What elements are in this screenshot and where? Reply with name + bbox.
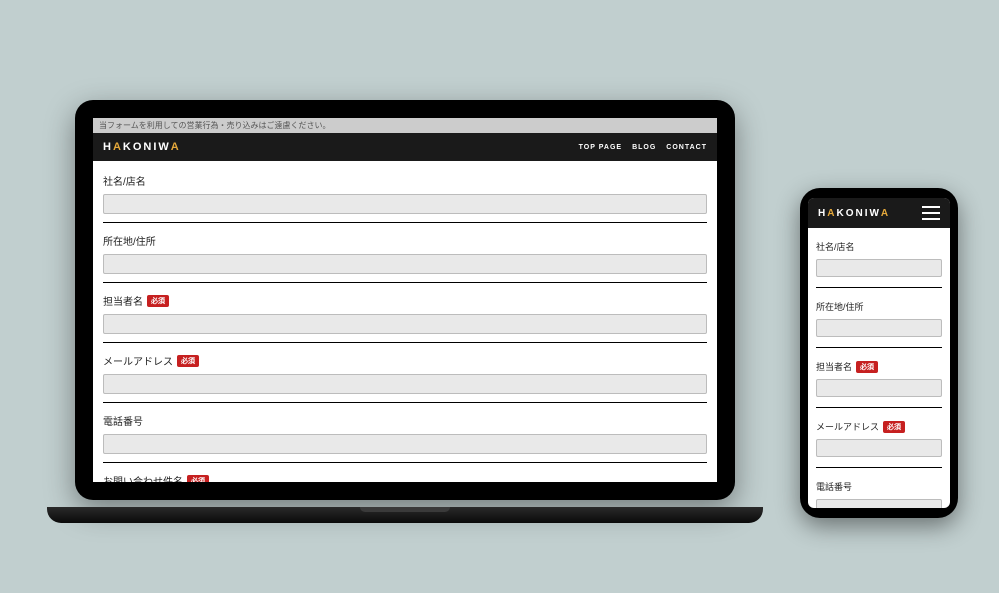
- label-text: 電話番号: [816, 480, 852, 493]
- input-email[interactable]: [816, 439, 942, 457]
- required-badge: 必須: [147, 295, 169, 307]
- input-company[interactable]: [816, 259, 942, 277]
- input-email[interactable]: [103, 374, 707, 394]
- label-text: メールアドレス: [816, 420, 879, 433]
- input-person[interactable]: [816, 379, 942, 397]
- field-person: 担当者名 必須: [103, 293, 707, 343]
- label-text: 社名/店名: [816, 240, 855, 253]
- required-badge: 必須: [883, 421, 905, 433]
- nav-blog[interactable]: BLOG: [632, 144, 656, 151]
- brand-accent: A: [827, 208, 836, 219]
- field-phone: 電話番号: [816, 480, 942, 508]
- laptop-frame: 当フォームを利用しての営業行為・売り込みはご遠慮ください。 HAKONIWA T…: [75, 100, 735, 500]
- input-phone[interactable]: [816, 499, 942, 508]
- field-address: 所在地/住所: [816, 300, 942, 348]
- brand-part: H: [103, 141, 113, 153]
- phone-device: HAKONIWA 社名/店名 所在地/住所 担当者名 必須: [800, 188, 958, 518]
- label-email: メールアドレス 必須: [103, 353, 707, 368]
- contact-form: 社名/店名 所在地/住所 担当者名 必須: [93, 161, 717, 482]
- label-subject: お問い合わせ件名 必須: [103, 473, 707, 482]
- input-company[interactable]: [103, 194, 707, 214]
- required-badge: 必須: [177, 355, 199, 367]
- laptop-screen: 当フォームを利用しての営業行為・売り込みはご遠慮ください。 HAKONIWA T…: [93, 118, 717, 482]
- field-company: 社名/店名: [103, 173, 707, 223]
- contact-form: 社名/店名 所在地/住所 担当者名 必須 メールアドレス: [808, 228, 950, 508]
- header: HAKONIWA TOP PAGE BLOG CONTACT: [93, 133, 717, 161]
- field-email: メールアドレス 必須: [816, 420, 942, 468]
- label-address: 所在地/住所: [816, 300, 942, 313]
- label-phone: 電話番号: [103, 413, 707, 428]
- input-address[interactable]: [816, 319, 942, 337]
- label-text: 所在地/住所: [103, 233, 156, 248]
- label-text: 担当者名: [816, 360, 852, 373]
- label-person: 担当者名 必須: [816, 360, 942, 373]
- label-text: 所在地/住所: [816, 300, 864, 313]
- nav-contact[interactable]: CONTACT: [666, 144, 707, 151]
- brand-part: KONIW: [836, 208, 880, 219]
- field-address: 所在地/住所: [103, 233, 707, 283]
- brand-logo[interactable]: HAKONIWA: [103, 141, 181, 153]
- label-person: 担当者名 必須: [103, 293, 707, 308]
- input-phone[interactable]: [103, 434, 707, 454]
- brand-accent: A: [881, 208, 890, 219]
- field-person: 担当者名 必須: [816, 360, 942, 408]
- field-subject: お問い合わせ件名 必須 --- 選択してください --- ⌄: [103, 473, 707, 482]
- brand-part: KONIW: [123, 141, 171, 153]
- required-badge: 必須: [856, 361, 878, 373]
- input-person[interactable]: [103, 314, 707, 334]
- phone-screen: HAKONIWA 社名/店名 所在地/住所 担当者名 必須: [808, 198, 950, 508]
- label-phone: 電話番号: [816, 480, 942, 493]
- menu-icon[interactable]: [922, 206, 940, 220]
- label-text: 社名/店名: [103, 173, 146, 188]
- notice-bar: 当フォームを利用しての営業行為・売り込みはご遠慮ください。: [93, 118, 717, 133]
- label-company: 社名/店名: [103, 173, 707, 188]
- field-phone: 電話番号: [103, 413, 707, 463]
- label-text: 電話番号: [103, 413, 143, 428]
- laptop-device: 当フォームを利用しての営業行為・売り込みはご遠慮ください。 HAKONIWA T…: [75, 100, 735, 515]
- input-address[interactable]: [103, 254, 707, 274]
- label-text: メールアドレス: [103, 353, 173, 368]
- label-text: 担当者名: [103, 293, 143, 308]
- required-badge: 必須: [187, 475, 209, 483]
- brand-logo[interactable]: HAKONIWA: [818, 208, 890, 219]
- brand-part: H: [818, 208, 827, 219]
- label-company: 社名/店名: [816, 240, 942, 253]
- nav: TOP PAGE BLOG CONTACT: [579, 144, 707, 151]
- label-text: お問い合わせ件名: [103, 473, 183, 482]
- brand-accent: A: [171, 141, 181, 153]
- nav-top-page[interactable]: TOP PAGE: [579, 144, 622, 151]
- label-email: メールアドレス 必須: [816, 420, 942, 433]
- header: HAKONIWA: [808, 198, 950, 228]
- brand-accent: A: [113, 141, 123, 153]
- laptop-base: [47, 507, 763, 523]
- field-company: 社名/店名: [816, 240, 942, 288]
- label-address: 所在地/住所: [103, 233, 707, 248]
- field-email: メールアドレス 必須: [103, 353, 707, 403]
